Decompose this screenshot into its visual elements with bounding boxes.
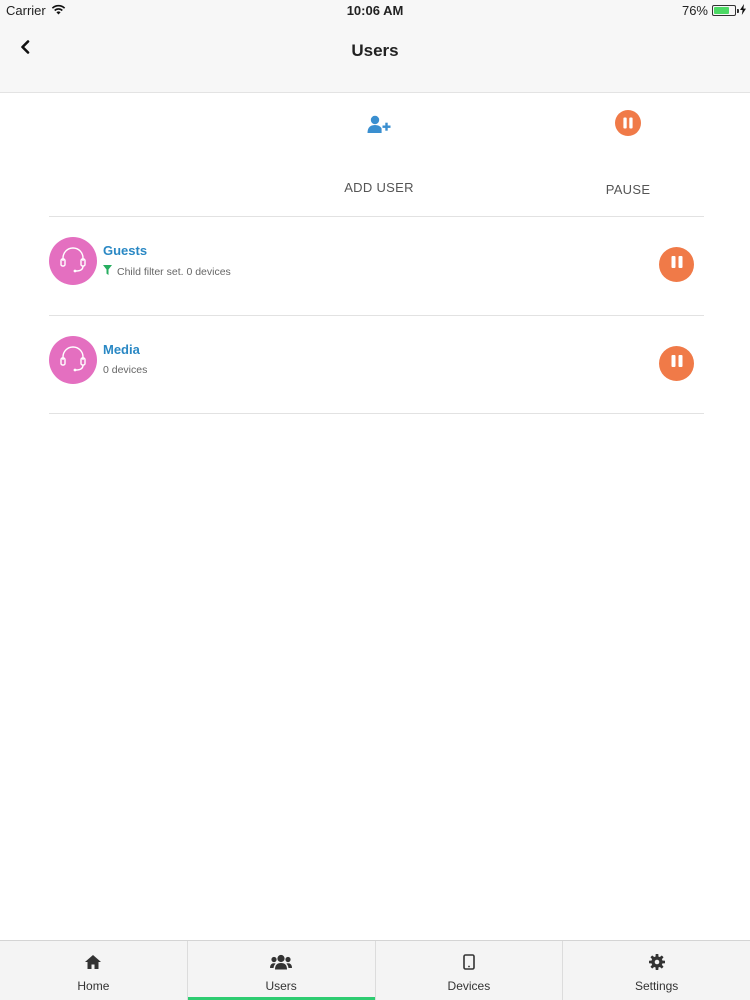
add-user-label: ADD USER xyxy=(344,180,414,195)
divider xyxy=(49,413,704,414)
tab-home[interactable]: Home xyxy=(0,941,188,1000)
user-row-media[interactable]: Media 0 devices xyxy=(49,316,704,414)
user-name: Guests xyxy=(103,243,148,258)
pause-all-button[interactable]: PAUSE xyxy=(568,94,688,197)
tab-label: Settings xyxy=(634,979,679,993)
user-subtitle: Child filter set. 0 devices xyxy=(103,265,231,278)
status-right: 76% xyxy=(682,3,746,18)
user-devices-text: Child filter set. 0 devices xyxy=(117,265,231,278)
filter-icon xyxy=(103,265,112,278)
tab-users[interactable]: Users xyxy=(187,941,376,1000)
battery-fill xyxy=(714,7,730,14)
tab-label: Users xyxy=(265,979,297,993)
tablet-icon xyxy=(463,951,475,973)
status-bar: Carrier 10:06 AM 76% xyxy=(0,0,750,20)
battery-icon xyxy=(712,5,739,16)
tab-label: Home xyxy=(77,979,110,993)
home-icon xyxy=(84,951,102,973)
headset-icon xyxy=(58,343,88,378)
users-icon xyxy=(270,951,293,973)
user-name: Media xyxy=(103,342,140,357)
pause-icon xyxy=(670,255,684,274)
charging-icon xyxy=(740,3,746,18)
tab-bar: Home Users Devices Settings xyxy=(0,940,750,1000)
pause-icon xyxy=(615,108,641,138)
page-title: Users xyxy=(351,41,399,60)
add-user-button[interactable]: ADD USER xyxy=(319,94,439,195)
navigation-bar: Users xyxy=(0,20,750,93)
avatar xyxy=(49,336,97,384)
tab-devices[interactable]: Devices xyxy=(376,941,564,1000)
tab-settings[interactable]: Settings xyxy=(563,941,750,1000)
pause-label: PAUSE xyxy=(605,182,651,197)
pause-icon xyxy=(670,354,684,373)
status-time: 10:06 AM xyxy=(346,3,404,18)
user-devices-text: 0 devices xyxy=(103,364,148,376)
add-user-icon xyxy=(367,110,391,140)
gear-icon xyxy=(648,951,665,973)
user-subtitle: 0 devices xyxy=(103,364,147,376)
tab-label: Devices xyxy=(447,979,491,993)
headset-icon xyxy=(58,244,88,279)
pause-user-button[interactable] xyxy=(659,247,694,282)
battery-percent: 76% xyxy=(681,3,708,18)
avatar xyxy=(49,237,97,285)
user-row-guests[interactable]: Guests Child filter set. 0 devices xyxy=(49,217,704,315)
pause-user-button[interactable] xyxy=(659,346,694,381)
actions-bar: ADD USER PAUSE xyxy=(0,94,750,216)
